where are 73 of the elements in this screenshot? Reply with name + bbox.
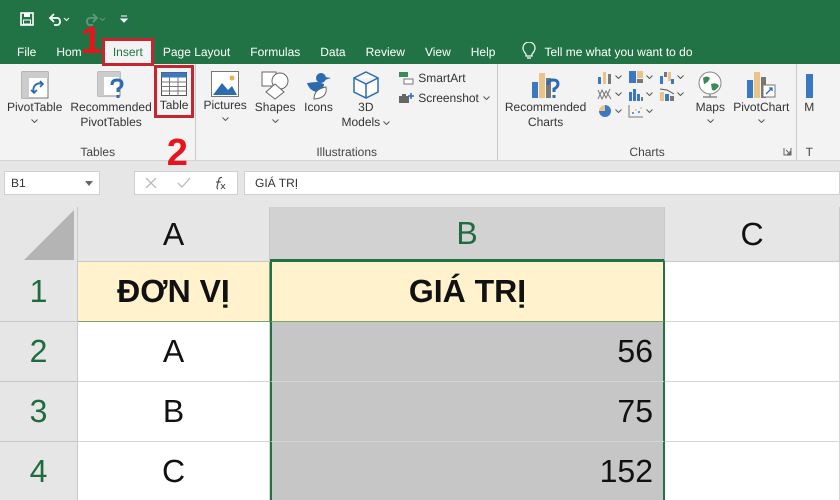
ribbon-tab[interactable]: Formulas (241, 40, 310, 64)
ribbon-tab[interactable]: View (416, 40, 460, 64)
statistic-chart-icon (628, 87, 644, 101)
lightbulb-icon[interactable] (522, 42, 536, 60)
ribbon-tab[interactable]: File (8, 40, 46, 64)
column-chart-icon (597, 70, 614, 84)
table-cell: GIÁ TRỊ (270, 262, 665, 322)
ribbon-button[interactable]: Shapes (252, 68, 298, 129)
ribbon-tab[interactable]: Data (311, 40, 355, 64)
caret-icon (646, 109, 654, 113)
row-header[interactable]: 4 (0, 442, 78, 500)
name-box[interactable]: B1 (4, 171, 100, 195)
undo-icon[interactable] (48, 12, 70, 26)
caret-icon (677, 92, 684, 96)
table-cell: 56 (270, 322, 665, 382)
column-header[interactable]: B (270, 207, 665, 262)
tell-me-field[interactable]: Tell me what you want to do (544, 40, 693, 64)
hierarchy-chart-icon (628, 70, 644, 84)
table-cell: ĐƠN VỊ (78, 262, 270, 322)
pivot-table-icon (20, 70, 50, 100)
customize-icon[interactable] (120, 14, 128, 24)
caret-icon (646, 75, 654, 79)
table-cell: 75 (270, 382, 665, 442)
waterfall-chart-icon (659, 70, 676, 84)
save-icon[interactable] (20, 12, 34, 26)
ribbon-button[interactable]: 3D Models (338, 68, 394, 132)
column-header[interactable]: C (665, 207, 840, 262)
ribbon-button[interactable]: SmartArt (395, 70, 493, 86)
step-number: 1 (80, 22, 102, 60)
ribbon-button[interactable]: M (801, 68, 818, 117)
caret-icon (677, 75, 684, 79)
caret-icon (615, 92, 622, 96)
cube-icon (350, 70, 381, 100)
formula-field[interactable]: GIÁ TRỊ (244, 171, 840, 195)
ribbon-button[interactable]: Icons (300, 68, 336, 117)
ribbon-button[interactable]: Screenshot (395, 90, 493, 106)
ribbon-button[interactable]: Pictures (200, 68, 250, 127)
group-label: Tables (80, 144, 116, 158)
ribbon-tab[interactable]: Help (462, 40, 504, 64)
shapes-icon (260, 70, 290, 100)
ribbon-button[interactable]: Recommended PivotTables (67, 68, 155, 132)
ribbon-button[interactable]: Recommended Charts (502, 68, 590, 132)
ribbon-tab[interactable]: Review (356, 40, 414, 64)
picture-icon (210, 70, 240, 98)
check-icon[interactable] (177, 177, 191, 189)
group-label: Charts (629, 144, 665, 158)
chart-question-icon (530, 70, 562, 100)
scatter-chart-icon (628, 104, 644, 118)
camera-plus-icon (398, 91, 414, 105)
pivot-table-question-icon (96, 70, 126, 100)
pie-chart-icon (597, 104, 614, 118)
smartart-icon (398, 71, 414, 85)
ribbon-button[interactable]: PivotChart (730, 68, 792, 129)
line-chart-icon (597, 87, 614, 101)
group-label: T (806, 144, 813, 158)
row-header[interactable]: 2 (0, 322, 78, 382)
ribbon-button[interactable]: Maps (692, 68, 728, 129)
pivot-chart-icon (745, 70, 778, 100)
step-number: 2 (166, 134, 188, 172)
dropdown-icon (85, 180, 93, 186)
table-cell: 152 (270, 442, 665, 500)
ribbon-tab[interactable]: Insert (104, 40, 152, 64)
combo-chart-icon (659, 87, 676, 101)
group-label: Illustrations (316, 144, 378, 158)
ribbon-tab[interactable]: Page Layout (154, 40, 240, 64)
caret-icon (646, 92, 654, 96)
row-header[interactable]: 3 (0, 382, 78, 442)
dialog-launcher-icon[interactable] (783, 147, 792, 156)
ribbon-button[interactable]: PivotTable (4, 68, 66, 129)
caret-icon (615, 75, 622, 79)
caret-icon (615, 109, 622, 113)
row-header[interactable]: 1 (0, 262, 78, 322)
table-icon (160, 70, 188, 98)
